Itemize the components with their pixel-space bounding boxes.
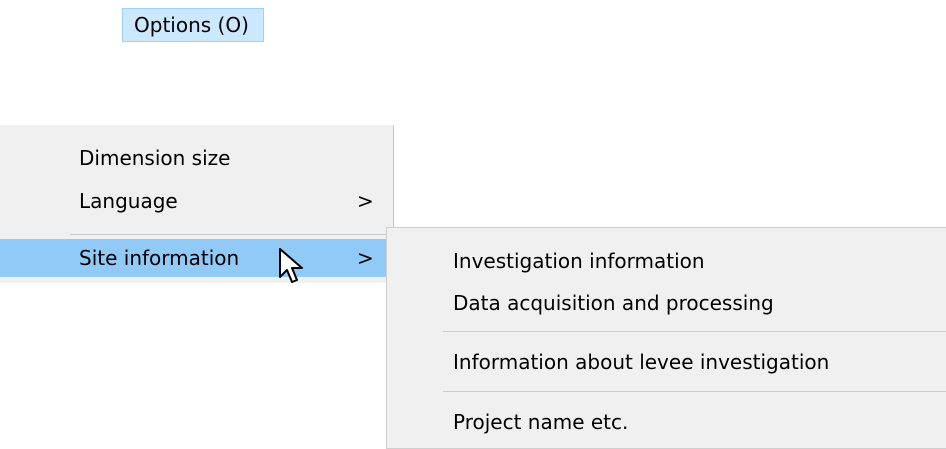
submenu-item-investigation-information[interactable]: Investigation information: [387, 241, 946, 281]
options-menu-title[interactable]: Options (O): [122, 8, 264, 42]
submenu-item-label: Information about levee investigation: [453, 350, 830, 374]
menu-item-dimension-size[interactable]: Dimension size: [0, 139, 393, 177]
mouse-pointer-icon: [279, 248, 303, 283]
submenu-item-levee-investigation[interactable]: Information about levee investigation: [387, 342, 946, 382]
menu-item-site-information[interactable]: Site information >: [0, 239, 393, 277]
submenu-separator: [443, 391, 946, 392]
screen: Options (O) Dimension size Language > Si…: [0, 0, 946, 449]
submenu-item-project-name[interactable]: Project name etc.: [387, 402, 946, 442]
submenu-item-label: Investigation information: [453, 249, 705, 273]
menu-item-label: Site information: [79, 246, 240, 270]
menu-item-label: Dimension size: [79, 146, 231, 170]
submenu-separator: [443, 331, 946, 332]
menu-separator: [70, 234, 387, 235]
menu-item-language[interactable]: Language >: [0, 182, 393, 220]
options-menu: Dimension size Language > Site informati…: [0, 125, 394, 283]
site-information-submenu: Investigation information Data acquisiti…: [386, 227, 946, 449]
submenu-item-label: Data acquisition and processing: [453, 291, 774, 315]
chevron-right-icon: >: [357, 246, 374, 270]
chevron-right-icon: >: [357, 189, 374, 213]
submenu-item-label: Project name etc.: [453, 410, 629, 434]
submenu-item-data-acquisition[interactable]: Data acquisition and processing: [387, 283, 946, 323]
menu-item-label: Language: [79, 189, 178, 213]
